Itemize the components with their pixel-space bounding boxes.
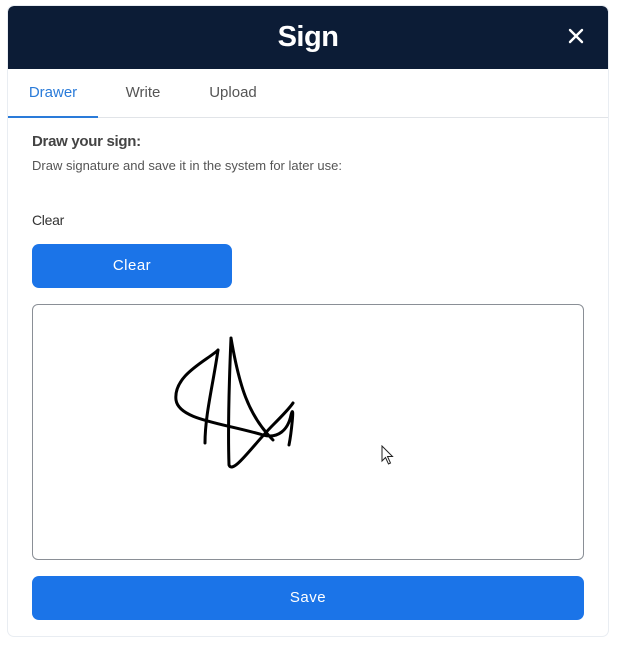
mouse-pointer-icon [381,444,395,465]
save-button[interactable]: Save [32,576,584,620]
tab-upload[interactable]: Upload [200,69,266,117]
clear-label: Clear [32,212,64,228]
close-icon[interactable] [564,24,588,48]
sign-dialog: Sign Drawer Write Upload Draw your sign:… [8,6,608,636]
draw-description: Draw signature and save it in the system… [32,158,342,173]
tab-write[interactable]: Write [110,69,176,117]
dialog-header: Sign [8,6,608,69]
clear-button[interactable]: Clear [32,244,232,288]
signature-canvas[interactable] [32,304,584,560]
signature-drawing [174,336,295,469]
tab-drawer[interactable]: Drawer [8,69,98,118]
dialog-title: Sign [277,21,339,53]
tab-bar: Drawer Write Upload [8,69,608,118]
draw-heading: Draw your sign: [32,133,141,150]
